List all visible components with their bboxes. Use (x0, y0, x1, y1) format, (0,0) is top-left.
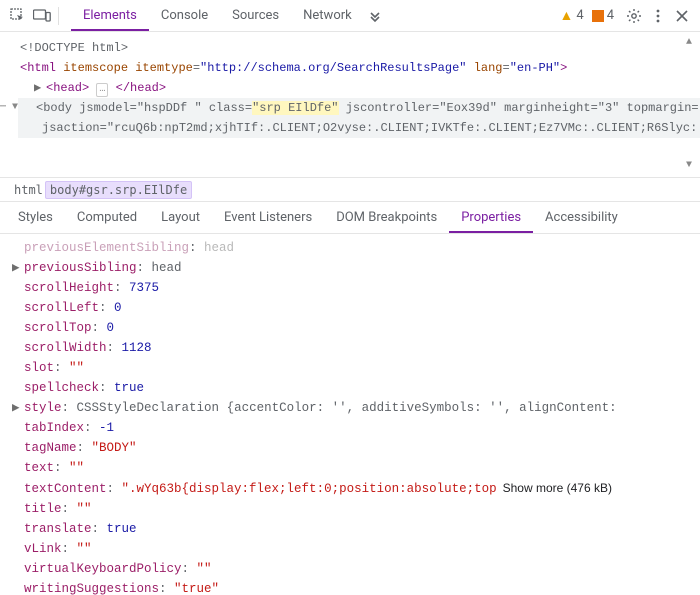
scroll-down-icon[interactable]: ▼ (682, 159, 696, 173)
crumb-body[interactable]: body#gsr.srp.EIlDfe (45, 181, 192, 199)
prop-row[interactable]: textContent: ".wYq63b{display:flex;left:… (14, 478, 700, 499)
subtab-layout[interactable]: Layout (149, 202, 212, 233)
show-more-button[interactable]: Show more (476 kB) (503, 481, 612, 495)
dom-doctype[interactable]: <!DOCTYPE html> (18, 38, 700, 58)
prop-row[interactable]: tabIndex: -1 (14, 418, 700, 438)
prop-row[interactable]: spellcheck: true (14, 378, 700, 398)
dom-head[interactable]: ▶<head> … </head> (18, 78, 700, 98)
devtools-toolbar: Elements Console Sources Network ▲ 4 4 (0, 0, 700, 32)
warning-icon: ▲ (560, 7, 574, 24)
subtab-dom-breakpoints[interactable]: DOM Breakpoints (324, 202, 449, 233)
prop-row[interactable]: scrollLeft: 0 (14, 298, 700, 318)
prop-row[interactable]: text: "" (14, 458, 700, 478)
tab-console[interactable]: Console (149, 0, 220, 31)
warnings-count: 4 (576, 8, 583, 23)
subtab-accessibility[interactable]: Accessibility (533, 202, 630, 233)
prop-row[interactable]: scrollHeight: 7375 (14, 278, 700, 298)
main-tabs: Elements Console Sources Network (71, 0, 364, 31)
prop-row[interactable]: writingSuggestions: "true" (14, 579, 700, 595)
prop-row[interactable]: ▶style: CSSStyleDeclaration {accentColor… (14, 398, 700, 418)
divider (58, 7, 59, 25)
prop-row[interactable]: vLink: "" (14, 539, 700, 559)
dom-breadcrumb: html body#gsr.srp.EIlDfe (0, 178, 700, 202)
subtab-computed[interactable]: Computed (65, 202, 149, 233)
scroll-up-icon[interactable]: ▲ (682, 36, 696, 50)
dom-tree[interactable]: ▲ <!DOCTYPE html> <html itemscope itemty… (0, 32, 700, 178)
expand-icon[interactable]: ▶ (34, 78, 44, 98)
tab-network[interactable]: Network (291, 0, 364, 31)
dom-html-open[interactable]: <html itemscope itemtype="http://schema.… (18, 58, 700, 78)
ellipsis-icon[interactable]: … (96, 83, 108, 97)
close-icon[interactable] (670, 4, 694, 28)
more-tabs-icon[interactable] (364, 9, 386, 23)
inspect-icon[interactable] (6, 4, 30, 28)
prop-row[interactable]: scrollTop: 0 (14, 318, 700, 338)
warnings-counter[interactable]: ▲ 4 (560, 7, 584, 24)
tab-elements[interactable]: Elements (71, 0, 149, 31)
properties-panel[interactable]: previousElementSibling: head ▶previousSi… (0, 234, 700, 595)
prop-row[interactable]: tagName: "BODY" (14, 438, 700, 458)
prop-row[interactable]: slot: "" (14, 358, 700, 378)
subtab-properties[interactable]: Properties (449, 202, 533, 233)
issues-count: 4 (607, 8, 614, 23)
dom-body-selected[interactable]: <body jsmodel="hspDDf " class="srp EIlDf… (18, 98, 700, 138)
crumb-html[interactable]: html (12, 183, 45, 197)
expand-icon[interactable]: ▶ (12, 258, 22, 278)
tab-sources[interactable]: Sources (220, 0, 291, 31)
settings-icon[interactable] (622, 4, 646, 28)
prop-row[interactable]: scrollWidth: 1128 (14, 338, 700, 358)
kebab-menu-icon[interactable] (646, 4, 670, 28)
issues-counter[interactable]: 4 (592, 8, 614, 23)
prop-row[interactable]: title: "" (14, 499, 700, 519)
expand-icon[interactable]: ▶ (12, 398, 22, 418)
prop-row[interactable]: virtualKeyboardPolicy: "" (14, 559, 700, 579)
issue-icon (592, 10, 604, 22)
selected-marker-icon: ⋯ ▼ (0, 98, 18, 118)
prop-row[interactable]: previousElementSibling: head (14, 238, 700, 258)
prop-row[interactable]: translate: true (14, 519, 700, 539)
subtab-styles[interactable]: Styles (6, 202, 65, 233)
sidebar-tabs: Styles Computed Layout Event Listeners D… (0, 202, 700, 234)
device-toggle-icon[interactable] (30, 4, 54, 28)
subtab-event-listeners[interactable]: Event Listeners (212, 202, 324, 233)
prop-row[interactable]: ▶previousSibling: head (14, 258, 700, 278)
